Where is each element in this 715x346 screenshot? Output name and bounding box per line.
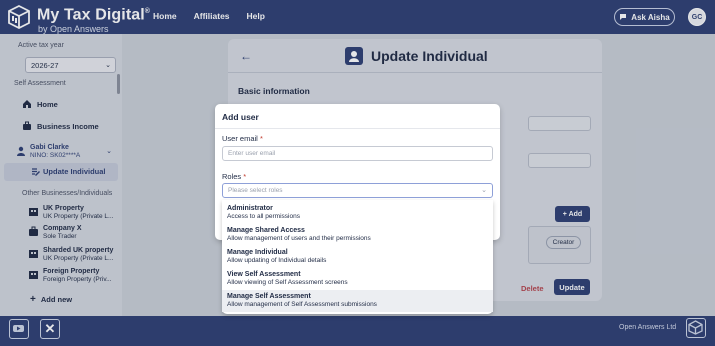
- role-option-title: Administrator: [227, 205, 273, 212]
- user-email-label-text: User email: [222, 134, 258, 143]
- role-option-desc: Allow management of Self Assessment subm…: [227, 301, 377, 308]
- user-email-placeholder: Enter user email: [228, 150, 276, 157]
- roles-select[interactable]: Please select roles ⌄: [222, 183, 493, 198]
- role-option-manage-shared-access[interactable]: Manage Shared Access Allow management of…: [222, 224, 493, 246]
- roles-dropdown: Administrator Access to all permissions …: [222, 200, 493, 314]
- modal-title: Add user: [222, 112, 259, 122]
- user-email-input[interactable]: Enter user email: [222, 146, 493, 161]
- role-option-administrator[interactable]: Administrator Access to all permissions: [222, 202, 493, 224]
- role-option-view-self-assessment[interactable]: View Self Assessment Allow viewing of Se…: [222, 268, 493, 290]
- role-option-title: View Self Assessment: [227, 271, 301, 278]
- role-option-title: Manage Self Assessment: [227, 293, 311, 300]
- roles-placeholder: Please select roles: [228, 187, 283, 194]
- chevron-down-icon: ⌄: [481, 187, 487, 194]
- role-option-manage-self-assessment[interactable]: Manage Self Assessment Allow management …: [222, 290, 493, 312]
- role-option-title: Manage Individual: [227, 249, 288, 256]
- role-option-title: Manage Shared Access: [227, 227, 305, 234]
- required-mark: *: [259, 134, 263, 143]
- role-option-desc: Allow management of users and their perm…: [227, 235, 371, 242]
- role-option-desc: Allow viewing of Self Assessment screens: [227, 279, 348, 286]
- required-mark: *: [243, 172, 247, 181]
- modal-divider: [215, 128, 500, 129]
- role-option-desc: Access to all permissions: [227, 213, 300, 220]
- role-option-manage-individual[interactable]: Manage Individual Allow updating of Indi…: [222, 246, 493, 268]
- roles-label: Roles *: [222, 172, 246, 181]
- role-option-desc: Allow updating of Individual details: [227, 257, 327, 264]
- roles-label-text: Roles: [222, 172, 242, 181]
- user-email-label: User email *: [222, 134, 263, 143]
